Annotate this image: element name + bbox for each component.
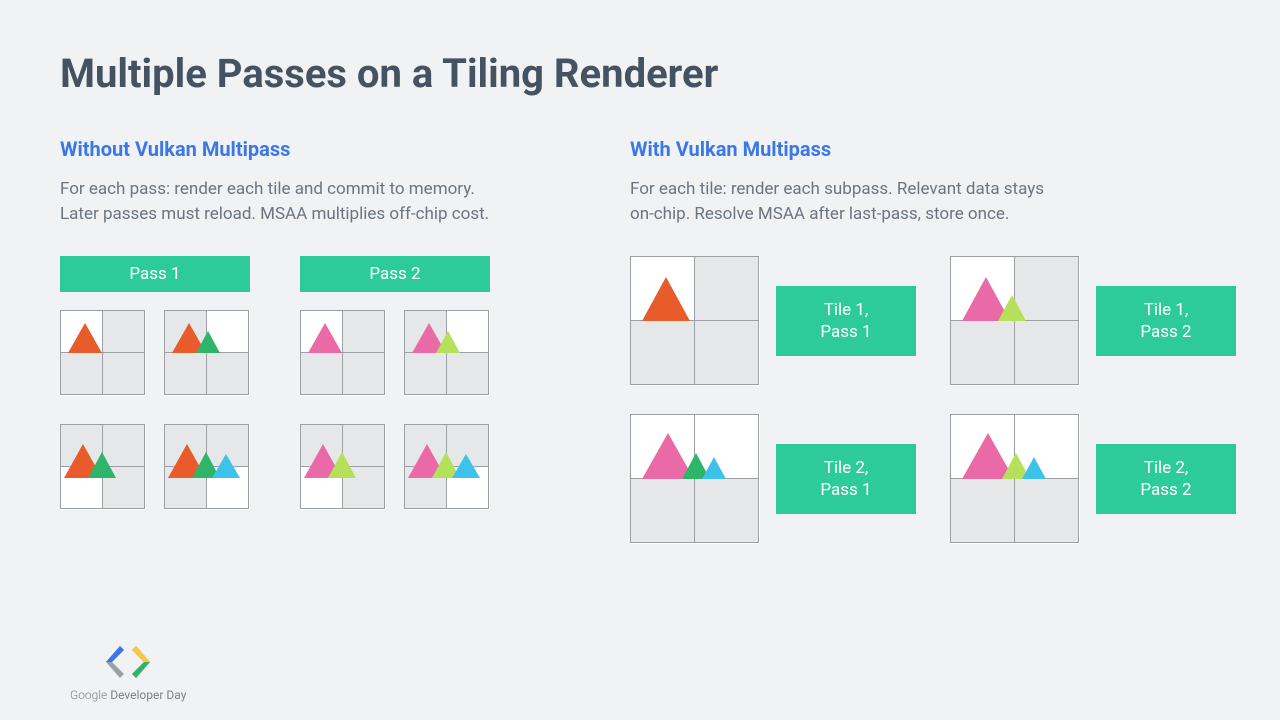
pass2-column: Pass 2 <box>300 256 490 538</box>
right-heading: With Vulkan Multipass <box>630 137 1250 161</box>
pass1-label: Pass 1 <box>60 256 250 292</box>
tile-icon <box>630 256 760 386</box>
tile2-pass2-item: Tile 2, Pass 2 <box>950 414 1250 544</box>
tile-icon <box>404 424 490 510</box>
tile1-pass2-label: Tile 1, Pass 2 <box>1096 286 1236 356</box>
tile2-pass2-label: Tile 2, Pass 2 <box>1096 444 1236 514</box>
footer-text: Google Developer Day <box>70 688 186 702</box>
tile-icon <box>164 424 250 510</box>
left-heading: Without Vulkan Multipass <box>60 137 540 161</box>
pass2-label: Pass 2 <box>300 256 490 292</box>
google-developer-logo-icon <box>98 642 158 682</box>
left-body: For each pass: render each tile and comm… <box>60 177 490 226</box>
tile1-pass1-label: Tile 1, Pass 1 <box>776 286 916 356</box>
with-multipass-section: With Vulkan Multipass For each tile: ren… <box>630 137 1250 544</box>
right-body: For each tile: render each subpass. Rele… <box>630 177 1060 226</box>
tile-icon <box>60 310 146 396</box>
footer-branding: Google Developer Day <box>70 642 186 702</box>
tile-icon <box>404 310 490 396</box>
tile1-pass2-item: Tile 1, Pass 2 <box>950 256 1250 386</box>
tile1-pass1-item: Tile 1, Pass 1 <box>630 256 930 386</box>
without-multipass-section: Without Vulkan Multipass For each pass: … <box>60 137 540 544</box>
page-title: Multiple Passes on a Tiling Renderer <box>60 50 1220 97</box>
tile-icon <box>630 414 760 544</box>
tile-icon <box>300 424 386 510</box>
tile-icon <box>950 414 1080 544</box>
tile2-pass1-label: Tile 2, Pass 1 <box>776 444 916 514</box>
tile2-pass1-item: Tile 2, Pass 1 <box>630 414 930 544</box>
tile-icon <box>300 310 386 396</box>
tile-icon <box>164 310 250 396</box>
pass1-column: Pass 1 <box>60 256 250 538</box>
tile-icon <box>950 256 1080 386</box>
tile-icon <box>60 424 146 510</box>
